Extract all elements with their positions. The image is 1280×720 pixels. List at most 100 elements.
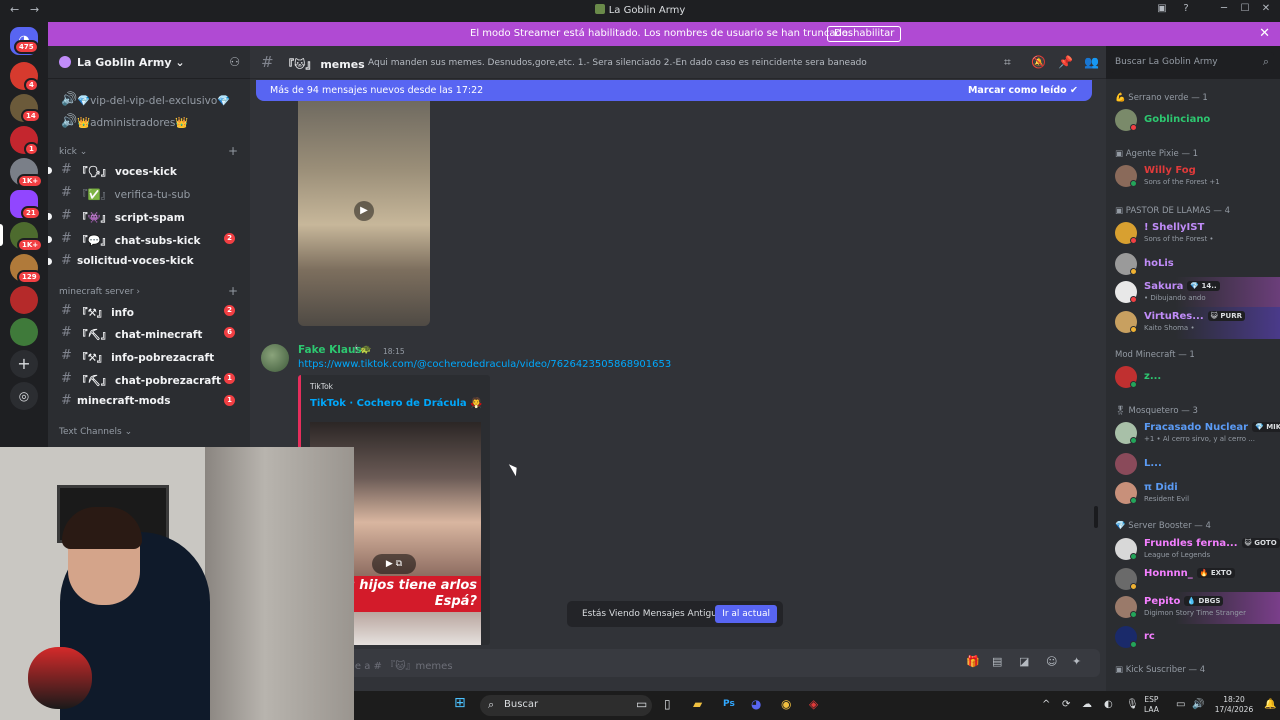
mic-icon[interactable]: 🎙 [1126, 699, 1139, 710]
message-link[interactable]: https://www.tiktok.com/@cocherodedracula… [298, 359, 671, 370]
chevron-up-icon[interactable]: ^ [1042, 699, 1050, 710]
file-explorer-icon[interactable]: ▰ [693, 697, 702, 711]
search-input[interactable]: Buscar La Goblin Army ⌕ [1110, 52, 1274, 73]
chat-scrollbar[interactable] [1094, 506, 1098, 528]
role-header: ▣ Kick Suscriber — 4 [1115, 665, 1206, 675]
status-icon [1130, 381, 1137, 388]
member[interactable]: Fracasado Nuclear💎 MIKU +1 • Al cerro si… [1106, 418, 1280, 450]
jump-to-present-button[interactable]: Ir al actual [715, 605, 777, 623]
channel-solicitud-voces-kick[interactable]: # solicitud-voces-kick [48, 251, 244, 271]
channel-chat-pobrezacraft[interactable]: # 『⛏』 chat-pobrezacraft 1 [56, 369, 244, 389]
taskbar-search[interactable]: ⌕ Buscar [480, 695, 652, 716]
channel-chat-subs-kick[interactable]: # 『💬』 chat-subs-kick 2 [48, 229, 244, 249]
task-view-icon[interactable]: ▭ [636, 697, 647, 711]
channel-script-spam[interactable]: # 『👾』 script-spam [48, 206, 244, 226]
close-icon[interactable]: ✕ [1259, 26, 1270, 41]
threads-icon[interactable]: ⌗ [1004, 55, 1011, 70]
add-channel-icon[interactable]: + [228, 144, 238, 158]
embed-title[interactable]: TikTok · Cochero de Drácula 🧛 [310, 398, 483, 409]
category-kick[interactable]: kick ⌄ [59, 147, 87, 157]
chevron-down-icon: ⌄ [175, 56, 185, 69]
channel-chat-minecraft[interactable]: # 『⛏』 chat-minecraft 6 [56, 323, 244, 343]
avatar[interactable] [261, 344, 289, 372]
channel-verifica-tu-sub[interactable]: # 『✅』 verifica-tu-sub [56, 183, 244, 203]
add-channel-icon[interactable]: + [228, 284, 238, 298]
inbox-icon[interactable]: ▣ [1154, 3, 1170, 14]
channel-label: 『⚒』 info-pobrezacraft [77, 352, 215, 364]
clock[interactable]: 18:20 17/4/2026 [1212, 695, 1256, 715]
member[interactable]: Frundles ferna... 😺 GOTO League of Legend… [1106, 534, 1280, 566]
category-minecraft[interactable]: minecraft server › [59, 287, 140, 297]
chrome-icon[interactable]: ◉ [781, 697, 791, 711]
message-composer[interactable]: aje a # 『🐱』memes 🎁 ▤ ◪ ☺ ✦ [256, 649, 1100, 677]
new-messages-bar[interactable]: Más de 94 mensajes nuevos desde las 17:2… [256, 80, 1092, 101]
apps-icon[interactable]: ✦ [1072, 655, 1081, 668]
app-icon[interactable]: ◈ [809, 697, 818, 711]
category-text-channels[interactable]: Text Channels ⌄ [59, 427, 132, 437]
member[interactable]: VirtuRes... 😺 PURR Kaito Shoma • [1106, 307, 1280, 339]
hash-icon: # [61, 253, 72, 268]
add-server-icon[interactable]: + [10, 350, 38, 378]
pin-icon[interactable]: 📌 [1058, 55, 1073, 69]
member[interactable]: Sakura 💎 14.. • Dibujando ando [1106, 277, 1280, 309]
tray-icon[interactable]: ⟳ [1062, 699, 1070, 710]
channel-info[interactable]: # 『⚒』 info 2 [56, 301, 244, 321]
server-icon[interactable] [10, 318, 38, 346]
mark-as-read-button[interactable]: Marcar como leído ✔ [968, 85, 1078, 96]
gift-icon[interactable]: 🎁 [966, 655, 980, 668]
video-attachment[interactable]: ▶ [298, 101, 430, 326]
message-time: 18:15 [383, 347, 405, 356]
maximize-icon[interactable]: ☐ [1237, 3, 1253, 14]
channel-admins[interactable]: 🔊 👑administradores👑 [56, 112, 244, 132]
photoshop-icon[interactable]: Ps [723, 699, 735, 709]
window-title: La Goblin Army [0, 4, 1280, 16]
message-author[interactable]: Fake Klaus [298, 344, 362, 356]
channel-info-pobrezacraft[interactable]: # 『⚒』 info-pobrezacraft [56, 346, 244, 366]
app-icon[interactable]: ▯ [664, 697, 671, 711]
channel-vip[interactable]: 🔊 💎vip-del-vip-del-exclusivo💎 [56, 90, 244, 110]
member-name: Frundles ferna... 😺 GOTO [1144, 538, 1280, 549]
play-icon[interactable]: ▶ [354, 201, 374, 221]
channel-label: 『⛏』 chat-minecraft [77, 329, 203, 341]
network-icon[interactable]: ▭ [1176, 699, 1185, 710]
member[interactable]: L... [1106, 449, 1280, 481]
discover-icon[interactable]: ◎ [10, 382, 38, 410]
emoji-icon[interactable]: ☺ [1046, 655, 1057, 668]
windows-start-icon[interactable]: ⊞ [454, 695, 466, 711]
help-icon[interactable]: ? [1178, 3, 1194, 14]
composer-placeholder: aje a # 『🐱』memes [346, 661, 453, 672]
member[interactable]: z... [1106, 362, 1280, 394]
mention-badge: 2 [224, 305, 235, 316]
discord-taskbar-icon[interactable]: ◕ [751, 697, 761, 711]
member[interactable]: Willy Fog Sons of the Forest +1 [1106, 161, 1280, 193]
notification-mute-icon[interactable]: 🔕 [1031, 55, 1046, 69]
wardrobe [205, 447, 354, 720]
member-list-icon[interactable]: 👥 [1084, 55, 1099, 69]
gif-icon[interactable]: ▤ [992, 655, 1002, 668]
disable-streamer-button[interactable]: Deshabilitar [827, 26, 902, 42]
member[interactable]: Goblinciano [1106, 105, 1280, 137]
notification-icon[interactable]: 🔔 [1264, 699, 1276, 710]
member[interactable]: π Didi Resident Evil [1106, 478, 1280, 510]
member[interactable]: Pepito 💧 DBGS Digimon Story Time Stranger [1106, 592, 1280, 624]
server-icon[interactable] [10, 286, 38, 314]
tray-icon[interactable]: ◐ [1104, 699, 1113, 710]
volume-icon[interactable]: 🔊 [1192, 699, 1204, 710]
play-icon[interactable]: ▶ ⧉ [372, 554, 416, 574]
minimize-icon[interactable]: ─ [1216, 3, 1232, 14]
member[interactable]: ! ShellyIST Sons of the Forest • [1106, 218, 1280, 250]
channel-minecraft-mods[interactable]: # minecraft-mods 1 [56, 391, 244, 411]
language-indicator[interactable]: ESP LAA [1144, 695, 1159, 715]
search-placeholder: Buscar La Goblin Army [1115, 57, 1218, 67]
add-member-icon[interactable]: ⚇ [229, 55, 240, 69]
member[interactable]: rc [1106, 622, 1280, 654]
status-icon [1130, 180, 1137, 187]
channel-topic[interactable]: Aqui manden sus memes. Desnudos,gore,etc… [368, 58, 867, 68]
sticker-icon[interactable]: ◪ [1019, 655, 1029, 668]
tray-icon[interactable]: ☁ [1082, 699, 1092, 710]
member-name: ! ShellyIST [1144, 222, 1205, 233]
window-close-icon[interactable]: ✕ [1258, 3, 1274, 14]
guild-header[interactable]: La Goblin Army ⌄ ⚇ [48, 46, 250, 79]
channel-voces-kick[interactable]: # 『🗣』 voces-kick [48, 160, 244, 180]
channel-label: 💎vip-del-vip-del-exclusivo💎 [77, 95, 231, 107]
